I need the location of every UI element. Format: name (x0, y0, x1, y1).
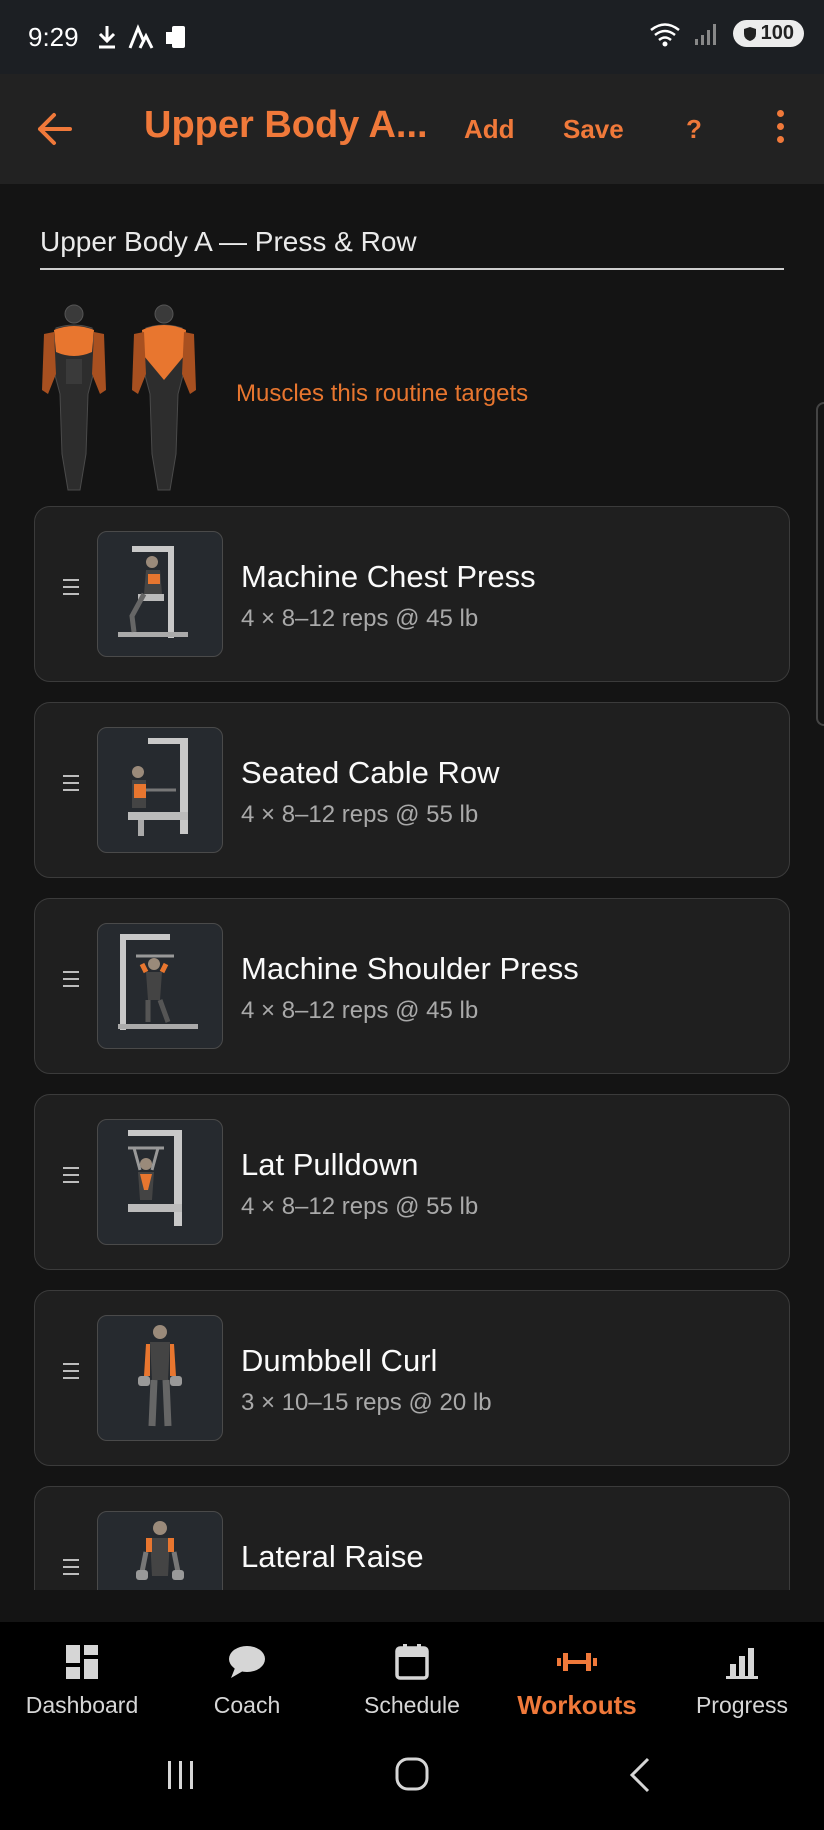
phone-icon (166, 26, 185, 48)
nav-label: Dashboard (25, 1692, 139, 1718)
routine-editor[interactable]: Upper Body A — Press & Row Muscles this … (0, 184, 824, 1590)
exercise-name: Machine Shoulder Press (241, 951, 579, 986)
drag-handle-icon[interactable] (63, 1167, 79, 1188)
muscles-caption: Muscles this routine targets (236, 380, 529, 407)
bottom-navigation: Dashboard Coach Schedule Workouts Progre… (0, 1622, 824, 1722)
wifi-icon (649, 22, 680, 46)
exercise-card[interactable]: Machine Chest Press 4 × 8–12 reps @ 45 l… (34, 506, 790, 682)
calendar-icon (395, 1644, 429, 1680)
muscle-map-figure (42, 304, 196, 491)
exercise-detail: 4 × 8–12 reps @ 45 lb (241, 605, 479, 632)
nav-label: Progress (695, 1692, 789, 1718)
exercise-card[interactable]: Lateral Raise (34, 1486, 790, 1590)
exercise-card[interactable]: Machine Shoulder Press 4 × 8–12 reps @ 4… (34, 898, 790, 1074)
nav-workouts[interactable]: Workouts (495, 1622, 659, 1722)
nav-label: Workouts (517, 1690, 637, 1720)
status-time: 9:29 (28, 22, 79, 52)
nav-dashboard[interactable]: Dashboard (0, 1622, 164, 1722)
drag-handle-icon[interactable] (63, 775, 79, 796)
routine-name-input[interactable]: Upper Body A — Press & Row (40, 226, 784, 270)
exercise-card[interactable]: Seated Cable Row 4 × 8–12 reps @ 55 lb (34, 702, 790, 878)
dumbbell-curl-icon (97, 1315, 223, 1441)
chest-press-machine-icon (97, 531, 223, 657)
system-navigation-bar (0, 1722, 824, 1830)
exercise-card[interactable]: Lat Pulldown 4 × 8–12 reps @ 55 lb (34, 1094, 790, 1270)
back-nav-icon[interactable] (628, 1756, 652, 1794)
download-icon (98, 26, 116, 49)
notification-icons (96, 24, 188, 50)
exercise-name: Dumbbell Curl (241, 1343, 438, 1378)
nav-schedule[interactable]: Schedule (330, 1622, 494, 1722)
shoulder-press-machine-icon (97, 923, 223, 1049)
top-app-bar: Upper Body A... Add Save ? (0, 74, 824, 184)
exercise-name: Lateral Raise (241, 1539, 424, 1574)
exercise-name: Machine Chest Press (241, 559, 536, 594)
save-button[interactable]: Save (563, 114, 624, 145)
system-icons: 100 (649, 20, 804, 47)
lat-pulldown-machine-icon (97, 1119, 223, 1245)
exercise-detail: 4 × 8–12 reps @ 55 lb (241, 1193, 479, 1220)
help-button[interactable]: ? (686, 114, 702, 145)
exercise-detail: 3 × 10–15 reps @ 20 lb (241, 1389, 492, 1416)
add-button[interactable]: Add (464, 114, 515, 145)
page-title: Upper Body A... (144, 104, 428, 146)
nav-coach[interactable]: Coach (165, 1622, 329, 1722)
grid-icon (66, 1645, 98, 1679)
battery-indicator: 100 (732, 20, 804, 47)
exercise-card[interactable]: Dumbbell Curl 3 × 10–15 reps @ 20 lb (34, 1290, 790, 1466)
nav-label: Coach (213, 1692, 281, 1718)
lateral-raise-icon (97, 1511, 223, 1590)
exercise-detail: 4 × 8–12 reps @ 45 lb (241, 997, 479, 1024)
exercise-name: Lat Pulldown (241, 1147, 419, 1182)
exercise-detail: 4 × 8–12 reps @ 55 lb (241, 801, 479, 828)
nav-progress[interactable]: Progress (660, 1622, 824, 1722)
app-logo-icon (128, 24, 154, 49)
drag-handle-icon[interactable] (63, 1363, 79, 1384)
back-arrow-icon[interactable] (30, 102, 84, 156)
battery-level: 100 (760, 22, 794, 44)
status-bar: 9:29 100 (0, 0, 824, 74)
bar-chart-icon (726, 1648, 758, 1679)
cable-row-machine-icon (97, 727, 223, 853)
drag-handle-icon[interactable] (63, 1559, 79, 1580)
dumbbell-icon (557, 1653, 597, 1671)
scrollbar[interactable] (816, 402, 824, 726)
signal-icon (694, 23, 716, 45)
exercise-name: Seated Cable Row (241, 755, 500, 790)
drag-handle-icon[interactable] (63, 579, 79, 600)
drag-handle-icon[interactable] (63, 971, 79, 992)
chat-icon (229, 1646, 265, 1678)
more-options-icon[interactable] (770, 110, 790, 150)
shield-icon (743, 26, 756, 41)
home-icon[interactable] (394, 1756, 430, 1792)
nav-label: Schedule (364, 1692, 460, 1718)
recents-icon[interactable] (164, 1758, 198, 1792)
